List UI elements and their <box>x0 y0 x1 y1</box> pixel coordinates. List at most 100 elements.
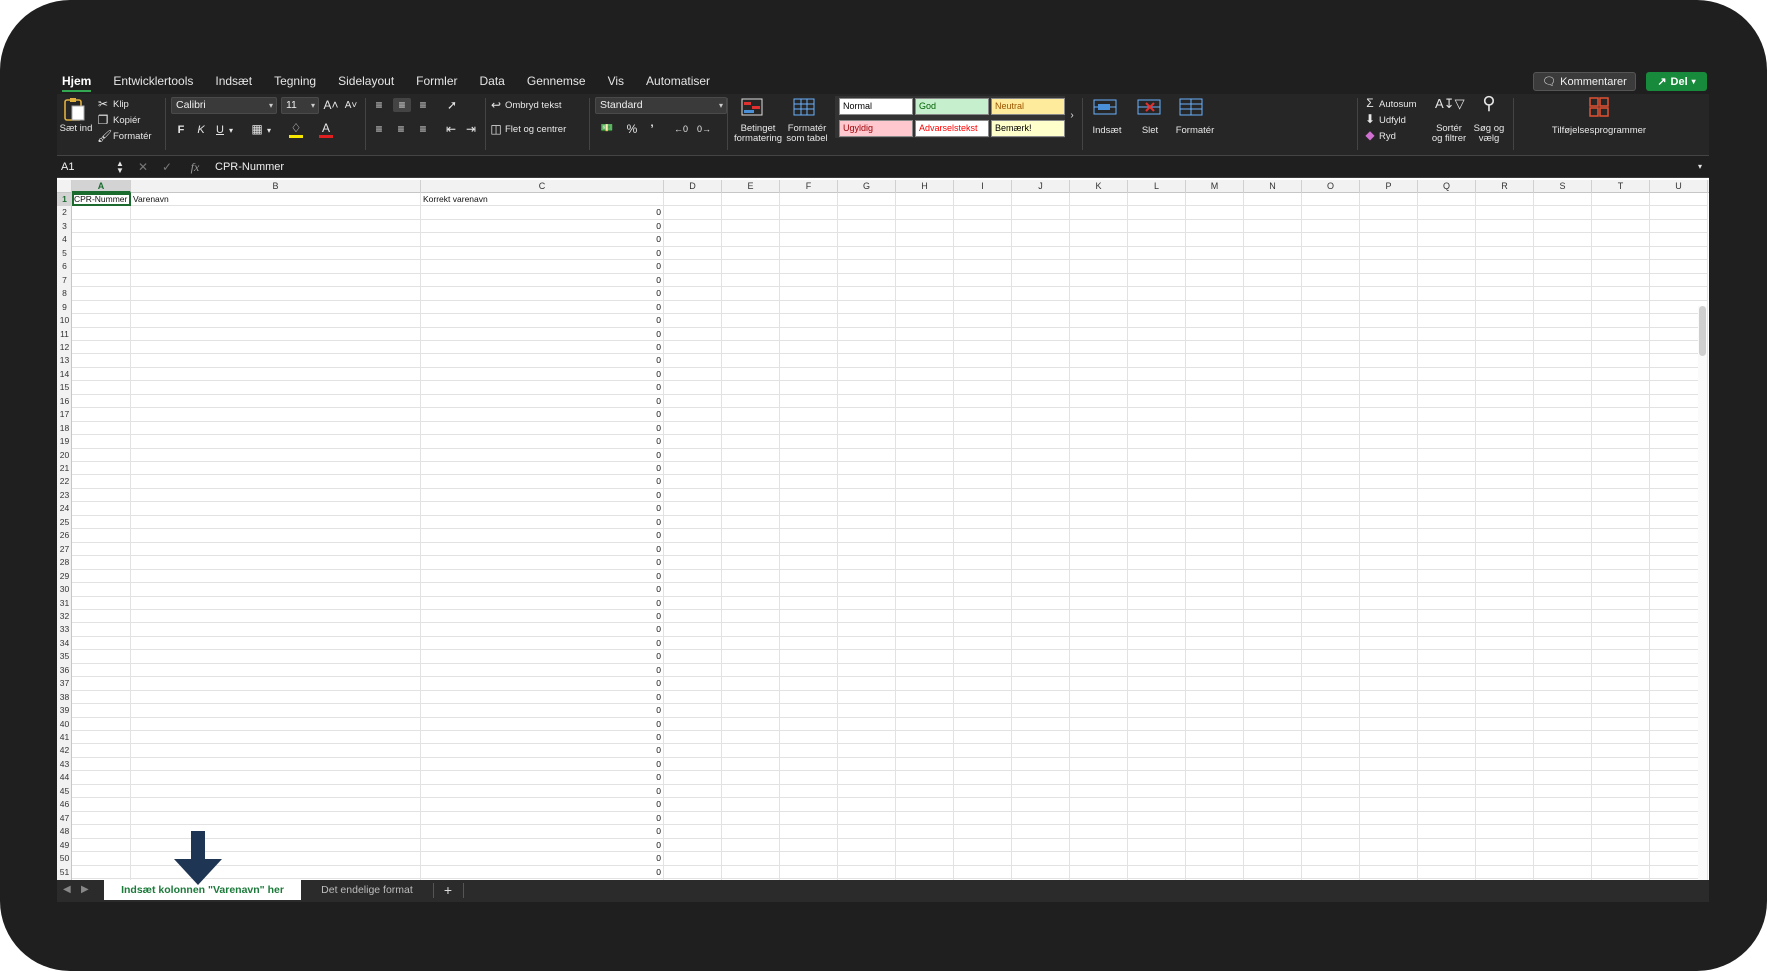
underline-button[interactable]: U <box>213 123 227 137</box>
column-header-i[interactable]: I <box>954 180 1012 193</box>
insert-cells-icon[interactable] <box>1091 97 1121 119</box>
sort-filter-icon[interactable]: A↧▽ <box>1435 97 1465 119</box>
row-header[interactable]: 25 <box>57 516 72 529</box>
table-cell-c[interactable]: 0 <box>421 503 661 514</box>
column-header-d[interactable]: D <box>664 180 722 193</box>
table-cell-c[interactable]: 0 <box>421 544 661 555</box>
orientation-icon[interactable]: ➚ <box>443 98 461 112</box>
row-header[interactable]: 16 <box>57 395 72 408</box>
row-header[interactable]: 34 <box>57 637 72 650</box>
column-header-p[interactable]: P <box>1360 180 1418 193</box>
row-header[interactable]: 41 <box>57 731 72 744</box>
column-header-c[interactable]: C <box>421 180 664 193</box>
header-cell-b[interactable]: Varenavn <box>133 194 169 205</box>
table-cell-c[interactable]: 0 <box>421 665 661 676</box>
table-cell-c[interactable]: 0 <box>421 598 661 609</box>
insert-cells-label[interactable]: Indsæt <box>1089 126 1125 136</box>
fill-button[interactable]: Udfyld <box>1379 115 1406 126</box>
table-cell-c[interactable]: 0 <box>421 436 661 447</box>
row-header[interactable]: 14 <box>57 368 72 381</box>
row-header[interactable]: 20 <box>57 449 72 462</box>
row-header[interactable]: 35 <box>57 650 72 663</box>
cell-style-warning[interactable]: Advarselstekst <box>915 120 989 137</box>
column-header-s[interactable]: S <box>1534 180 1592 193</box>
sort-filter-label[interactable]: Sortér og filtrer <box>1427 124 1471 144</box>
row-header[interactable]: 3 <box>57 220 72 233</box>
font-color-icon[interactable]: A <box>319 121 333 138</box>
header-cell-c[interactable]: Korrekt varenavn <box>423 194 488 205</box>
row-header[interactable]: 33 <box>57 623 72 636</box>
chevron-down-icon[interactable]: ▾ <box>227 124 235 138</box>
table-cell-c[interactable]: 0 <box>421 396 661 407</box>
table-cell-c[interactable]: 0 <box>421 692 661 703</box>
increase-decimal-icon[interactable]: ←0 <box>672 122 690 136</box>
column-header-n[interactable]: N <box>1244 180 1302 193</box>
row-header[interactable]: 24 <box>57 502 72 515</box>
cut-button[interactable]: Klip <box>113 99 129 110</box>
format-as-table-icon[interactable] <box>792 97 816 119</box>
table-cell-c[interactable]: 0 <box>421 450 661 461</box>
copy-button[interactable]: Kopiér <box>113 115 140 126</box>
tab-vis[interactable]: Vis <box>608 68 624 94</box>
table-cell-c[interactable]: 0 <box>421 624 661 635</box>
column-header-e[interactable]: E <box>722 180 780 193</box>
table-cell-c[interactable]: 0 <box>421 853 661 864</box>
row-header[interactable]: 8 <box>57 287 72 300</box>
increase-font-icon[interactable]: A˄ <box>323 98 339 112</box>
table-cell-c[interactable]: 0 <box>421 409 661 420</box>
row-header[interactable]: 9 <box>57 301 72 314</box>
column-header-t[interactable]: T <box>1592 180 1650 193</box>
delete-cells-label[interactable]: Slet <box>1135 126 1165 136</box>
share-button[interactable]: ↗ Del ▾ <box>1646 72 1707 91</box>
column-header-f[interactable]: F <box>780 180 838 193</box>
row-header[interactable]: 44 <box>57 771 72 784</box>
format-painter-button[interactable]: Formatér <box>113 131 152 142</box>
row-header[interactable]: 40 <box>57 718 72 731</box>
column-header-h[interactable]: H <box>896 180 954 193</box>
row-header[interactable]: 23 <box>57 489 72 502</box>
row-header[interactable]: 49 <box>57 839 72 852</box>
column-header-b[interactable]: B <box>131 180 421 193</box>
row-header[interactable]: 15 <box>57 381 72 394</box>
tab-sidelayout[interactable]: Sidelayout <box>338 68 394 94</box>
table-cell-c[interactable]: 0 <box>421 288 661 299</box>
table-cell-c[interactable]: 0 <box>421 678 661 689</box>
conditional-formatting-icon[interactable] <box>740 97 764 119</box>
clear-button[interactable]: Ryd <box>1379 131 1396 142</box>
row-header[interactable]: 26 <box>57 529 72 542</box>
table-cell-c[interactable]: 0 <box>421 342 661 353</box>
sheet-tab-final-format[interactable]: Det endelige format <box>307 880 427 900</box>
align-center-icon[interactable]: ≡ <box>393 122 409 136</box>
merge-center-button[interactable]: Flet og centrer <box>505 124 566 135</box>
row-header[interactable]: 4 <box>57 233 72 246</box>
prev-sheet-icon[interactable]: ◀ <box>63 884 71 895</box>
row-header[interactable]: 13 <box>57 354 72 367</box>
next-sheet-icon[interactable]: ▶ <box>81 884 89 895</box>
row-header[interactable]: 47 <box>57 812 72 825</box>
table-cell-c[interactable]: 0 <box>421 772 661 783</box>
column-header-r[interactable]: R <box>1476 180 1534 193</box>
tab-gennemse[interactable]: Gennemse <box>527 68 586 94</box>
table-cell-c[interactable]: 0 <box>421 490 661 501</box>
table-cell-c[interactable]: 0 <box>421 826 661 837</box>
table-cell-c[interactable]: 0 <box>421 382 661 393</box>
fx-icon[interactable]: fx <box>187 160 203 174</box>
table-cell-c[interactable]: 0 <box>421 207 661 218</box>
add-sheet-button[interactable]: + <box>437 880 459 900</box>
font-size-select[interactable]: 11 ▾ <box>281 97 319 114</box>
table-cell-c[interactable]: 0 <box>421 423 661 434</box>
row-header[interactable]: 11 <box>57 328 72 341</box>
row-header[interactable]: 50 <box>57 852 72 865</box>
row-header[interactable]: 30 <box>57 583 72 596</box>
table-cell-c[interactable]: 0 <box>421 248 661 259</box>
tab-formler[interactable]: Formler <box>416 68 457 94</box>
table-cell-c[interactable]: 0 <box>421 302 661 313</box>
chevron-down-icon[interactable]: ▾ <box>265 124 273 138</box>
addins-icon[interactable] <box>1587 97 1611 119</box>
table-cell-c[interactable]: 0 <box>421 745 661 756</box>
table-cell-c[interactable]: 0 <box>421 840 661 851</box>
table-cell-c[interactable]: 0 <box>421 463 661 474</box>
table-cell-c[interactable]: 0 <box>421 329 661 340</box>
table-cell-c[interactable]: 0 <box>421 786 661 797</box>
tab-automatiser[interactable]: Automatiser <box>646 68 710 94</box>
